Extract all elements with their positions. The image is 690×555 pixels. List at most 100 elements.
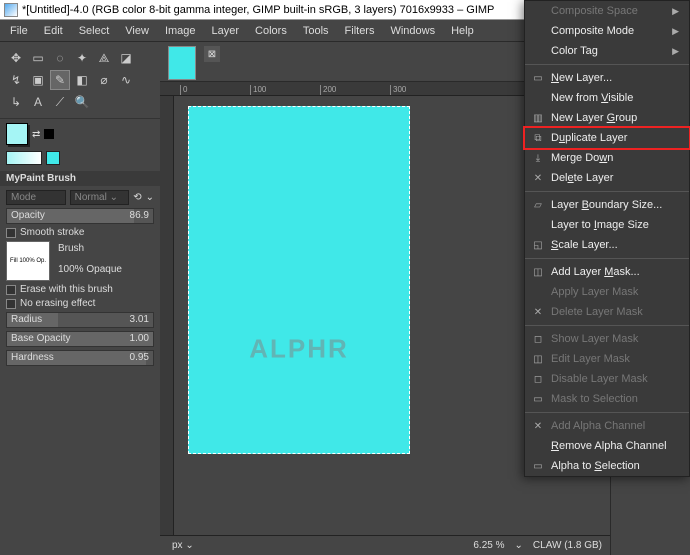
ctx-item-icon: ✕ <box>531 305 545 319</box>
ctx-item-icon: ◻ <box>531 332 545 346</box>
wand-tool-icon[interactable]: ✦ <box>72 48 92 68</box>
ctx-layer-to-image-size[interactable]: Layer to Image Size <box>525 215 689 235</box>
memory-display: CLAW (1.8 GB) <box>533 540 602 551</box>
paintbrush-tool-icon[interactable]: ✎ <box>50 70 70 90</box>
move-tool-icon[interactable]: ✥ <box>6 48 26 68</box>
ctx-composite-mode[interactable]: Composite Mode▶ <box>525 21 689 41</box>
clone-tool-icon[interactable]: ⌀ <box>94 70 114 90</box>
window-title: *[Untitled]-4.0 (RGB color 8-bit gamma i… <box>22 4 494 16</box>
ctx-edit-layer-mask: ◫Edit Layer Mask <box>525 349 689 369</box>
measure-tool-icon[interactable]: ⟋ <box>50 92 70 112</box>
watermark-text: ALPHR <box>249 334 349 365</box>
left-panel: ✥ ▭ ◌ ✦ ⟁ ◪ ↯ ▣ ✎ ◧ ⌀ ∿ ↳ A ⟋ 🔍 ⇄ MyPain… <box>0 42 160 555</box>
menu-view[interactable]: View <box>119 23 155 39</box>
separator <box>525 325 689 326</box>
warp-tool-icon[interactable]: ↯ <box>6 70 26 90</box>
submenu-arrow-icon: ▶ <box>672 6 679 17</box>
blend-select[interactable]: Normal ⌄ <box>70 190 130 205</box>
layer-context-menu: Composite Space▶Composite Mode▶Color Tag… <box>524 0 690 477</box>
crop-tool-icon[interactable]: ⟁ <box>94 48 114 68</box>
chevron-down-icon[interactable]: ⌄ <box>146 192 154 203</box>
color-swatches[interactable]: ⇄ <box>0 119 160 149</box>
ctx-merge-down[interactable]: ⤓Merge Down <box>525 148 689 168</box>
toolbox: ✥ ▭ ◌ ✦ ⟁ ◪ ↯ ▣ ✎ ◧ ⌀ ∿ ↳ A ⟋ 🔍 <box>0 42 160 119</box>
ctx-add-alpha-channel: ✕Add Alpha Channel <box>525 416 689 436</box>
erase-checkbox[interactable] <box>6 285 16 295</box>
transform-tool-icon[interactable]: ◪ <box>116 48 136 68</box>
ctx-item-icon: ⤓ <box>531 151 545 165</box>
vertical-ruler <box>160 96 174 535</box>
ctx-item-icon: ▭ <box>531 459 545 473</box>
active-pattern[interactable] <box>46 151 60 165</box>
menu-filters[interactable]: Filters <box>339 23 381 39</box>
statusbar: px ⌄ 6.25 % ⌄ CLAW (1.8 GB) <box>160 535 610 555</box>
menu-help[interactable]: Help <box>445 23 480 39</box>
zoom-tool-icon[interactable]: 🔍 <box>72 92 92 112</box>
gimp-logo-icon <box>4 3 18 17</box>
ctx-show-layer-mask: ◻Show Layer Mask <box>525 329 689 349</box>
menu-file[interactable]: File <box>4 23 34 39</box>
ctx-delete-layer[interactable]: ✕Delete Layer <box>525 168 689 188</box>
ctx-add-layer-mask-[interactable]: ◫Add Layer Mask... <box>525 262 689 282</box>
reset-colors-icon[interactable] <box>44 129 54 139</box>
ctx-layer-boundary-size-[interactable]: ▱Layer Boundary Size... <box>525 195 689 215</box>
ctx-item-icon: ▱ <box>531 198 545 212</box>
menu-layer[interactable]: Layer <box>206 23 246 39</box>
ctx-item-icon: ✕ <box>531 171 545 185</box>
active-gradient[interactable] <box>6 151 42 165</box>
eraser-tool-icon[interactable]: ◧ <box>72 70 92 90</box>
mode-select[interactable]: Mode <box>6 190 66 205</box>
rect-select-icon[interactable]: ▭ <box>28 48 48 68</box>
ctx-alpha-to-selection[interactable]: ▭Alpha to Selection <box>525 456 689 476</box>
ctx-apply-layer-mask: Apply Layer Mask <box>525 282 689 302</box>
submenu-arrow-icon: ▶ <box>672 46 679 57</box>
menu-colors[interactable]: Colors <box>249 23 293 39</box>
ctx-mask-to-selection: ▭Mask to Selection <box>525 389 689 409</box>
tool-options-title: MyPaint Brush <box>0 171 160 186</box>
lasso-tool-icon[interactable]: ◌ <box>50 48 70 68</box>
radius-slider[interactable]: Radius 3.01 <box>6 312 154 328</box>
bucket-tool-icon[interactable]: ▣ <box>28 70 48 90</box>
menu-tools[interactable]: Tools <box>297 23 335 39</box>
base-opacity-slider[interactable]: Base Opacity 1.00 <box>6 331 154 347</box>
swap-colors-icon[interactable]: ⇄ <box>32 129 40 140</box>
separator <box>525 258 689 259</box>
smudge-tool-icon[interactable]: ∿ <box>116 70 136 90</box>
ctx-item-icon: ◻ <box>531 372 545 386</box>
ctx-new-from-visible[interactable]: New from Visible <box>525 88 689 108</box>
ctx-item-icon: ▥ <box>531 111 545 125</box>
hardness-slider[interactable]: Hardness 0.95 <box>6 350 154 366</box>
zoom-display[interactable]: 6.25 % <box>473 540 504 551</box>
ctx-item-icon: ⧉ <box>531 131 545 145</box>
ctx-duplicate-layer[interactable]: ⧉Duplicate Layer <box>525 128 689 148</box>
menu-edit[interactable]: Edit <box>38 23 69 39</box>
menu-windows[interactable]: Windows <box>384 23 441 39</box>
ctx-item-icon: ◱ <box>531 238 545 252</box>
foreground-color[interactable] <box>6 123 28 145</box>
close-document-icon[interactable]: ⊠ <box>204 46 220 62</box>
separator <box>525 191 689 192</box>
ctx-remove-alpha-channel[interactable]: Remove Alpha Channel <box>525 436 689 456</box>
canvas[interactable]: ALPHR <box>188 106 410 454</box>
brush-preview[interactable]: Fill 100% Op. <box>6 241 50 281</box>
path-tool-icon[interactable]: ↳ <box>6 92 26 112</box>
document-thumbnail[interactable] <box>168 46 196 80</box>
reset-icon[interactable]: ⟲ <box>133 192 141 203</box>
smooth-stroke-checkbox[interactable] <box>6 228 16 238</box>
ctx-item-icon: ✕ <box>531 419 545 433</box>
ctx-delete-layer-mask: ✕Delete Layer Mask <box>525 302 689 322</box>
menu-select[interactable]: Select <box>73 23 116 39</box>
noerase-checkbox[interactable] <box>6 299 16 309</box>
ctx-item-icon: ▭ <box>531 392 545 406</box>
ctx-disable-layer-mask: ◻Disable Layer Mask <box>525 369 689 389</box>
ctx-item-icon: ▭ <box>531 71 545 85</box>
ctx-new-layer-[interactable]: ▭New Layer... <box>525 68 689 88</box>
menu-image[interactable]: Image <box>159 23 202 39</box>
text-tool-icon[interactable]: A <box>28 92 48 112</box>
ctx-new-layer-group[interactable]: ▥New Layer Group <box>525 108 689 128</box>
opacity-slider[interactable]: Opacity 86.9 <box>6 208 154 224</box>
ctx-scale-layer-[interactable]: ◱Scale Layer... <box>525 235 689 255</box>
ctx-item-icon: ◫ <box>531 265 545 279</box>
submenu-arrow-icon: ▶ <box>672 26 679 37</box>
ctx-color-tag[interactable]: Color Tag▶ <box>525 41 689 61</box>
